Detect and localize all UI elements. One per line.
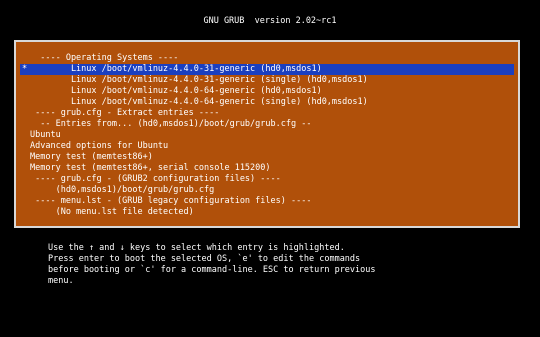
help-line: menu. — [48, 276, 74, 286]
help-text: Use the ↑ and ↓ keys to select which ent… — [48, 243, 518, 287]
boot-entry[interactable]: Linux /boot/vmlinuz-4.4.0-64-generic (hd… — [20, 86, 514, 97]
boot-entry[interactable]: Linux /boot/vmlinuz-4.4.0-31-generic (si… — [20, 75, 514, 86]
boot-entry-label: Memory test (memtest86+, serial console … — [30, 163, 271, 173]
boot-entry-selected[interactable]: * Linux /boot/vmlinuz-4.4.0-31-generic (… — [20, 64, 514, 75]
boot-entry-label: (hd0,msdos1)/boot/grub/grub.cfg — [30, 185, 215, 195]
boot-entry[interactable]: Memory test (memtest86+, serial console … — [20, 163, 514, 174]
boot-entry[interactable]: Linux /boot/vmlinuz-4.4.0-64-generic (si… — [20, 97, 514, 108]
boot-entry-label: Advanced options for Ubuntu — [30, 141, 169, 151]
boot-entry-label: ---- menu.lst - (GRUB legacy configurati… — [30, 196, 312, 206]
boot-entry-label: Memory test (memtest86+) — [30, 152, 153, 162]
boot-entry[interactable]: Ubuntu — [20, 130, 514, 141]
boot-entry-label: ---- grub.cfg - (GRUB2 configuration fil… — [30, 174, 281, 184]
boot-entry[interactable]: (hd0,msdos1)/boot/grub/grub.cfg — [20, 185, 514, 196]
boot-entry[interactable]: ---- menu.lst - (GRUB legacy configurati… — [20, 196, 514, 207]
help-line: before booting or `c' for a command-line… — [48, 265, 376, 275]
boot-entry[interactable]: ---- grub.cfg - Extract entries ---- — [20, 108, 514, 119]
boot-menu-frame: ---- Operating Systems ---- * Linux /boot… — [14, 40, 520, 228]
boot-entry[interactable]: (No menu.lst file detected) — [20, 207, 514, 218]
boot-entry-label: Linux /boot/vmlinuz-4.4.0-64-generic (hd… — [30, 86, 322, 96]
boot-entry[interactable]: ---- Operating Systems ---- — [20, 53, 514, 64]
boot-menu-list: ---- Operating Systems ---- * Linux /boot… — [20, 53, 514, 218]
boot-entry[interactable]: Advanced options for Ubuntu — [20, 141, 514, 152]
boot-entry-label: Linux /boot/vmlinuz-4.4.0-31-generic (hd… — [30, 64, 322, 74]
boot-entry-label: (No menu.lst file detected) — [30, 207, 194, 217]
boot-entry-label: Ubuntu — [30, 130, 61, 140]
boot-entry[interactable]: ---- grub.cfg - (GRUB2 configuration fil… — [20, 174, 514, 185]
boot-entry-label: Linux /boot/vmlinuz-4.4.0-31-generic (si… — [30, 75, 368, 85]
help-line: Use the ↑ and ↓ keys to select which ent… — [48, 243, 345, 253]
grub-title: GNU GRUB version 2.02~rc1 — [203, 16, 337, 26]
boot-entry-label: Linux /boot/vmlinuz-4.4.0-64-generic (si… — [30, 97, 368, 107]
boot-entry[interactable]: Memory test (memtest86+) — [20, 152, 514, 163]
boot-entry-label: ---- grub.cfg - Extract entries ---- — [30, 108, 220, 118]
boot-entry[interactable]: -- Entries from... (hd0,msdos1)/boot/gru… — [20, 119, 514, 130]
boot-entry-label: -- Entries from... (hd0,msdos1)/boot/gru… — [30, 119, 312, 129]
selection-marker: * — [22, 64, 28, 74]
help-line: Press enter to boot the selected OS, `e'… — [48, 254, 361, 264]
boot-entry-label: ---- Operating Systems ---- — [30, 53, 179, 63]
